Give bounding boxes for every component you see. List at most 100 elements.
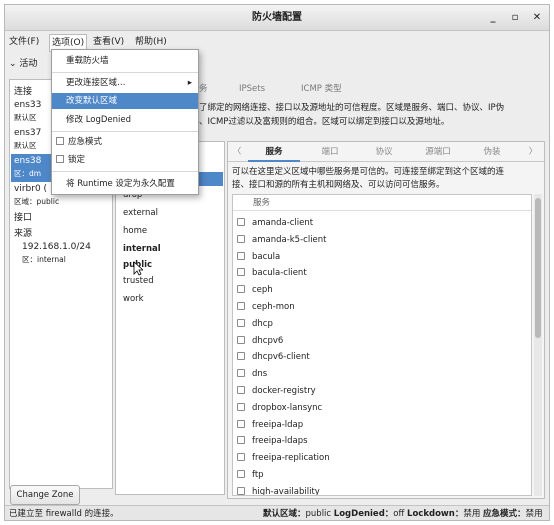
menu-item-lockdown[interactable]: 锁定 [52, 152, 198, 168]
menu-item-label: 锁定 [68, 155, 86, 165]
menu-item-reload-firewall[interactable]: 重载防火墙 [52, 53, 198, 69]
service-row[interactable]: ceph-mon [237, 301, 295, 313]
lockdown-label: Lockdown： [407, 509, 464, 519]
zone-item[interactable]: home [123, 226, 147, 236]
service-checkbox[interactable] [237, 419, 245, 428]
zone-item[interactable]: internal [123, 244, 161, 254]
close-icon[interactable]: ✕ [529, 5, 545, 31]
service-name: dhcpv6 [252, 335, 284, 346]
menu-item-label: 更改连接区域… [66, 78, 126, 88]
service-checkbox[interactable] [237, 318, 245, 327]
sources-header: 来源 [14, 229, 33, 239]
maximize-icon[interactable]: ▫ [507, 5, 523, 31]
service-row[interactable]: ftp [237, 469, 264, 481]
options-menu: 重载防火墙 更改连接区域… ▸ 改变默认区域 修改 LogDenied 应急模式… [51, 49, 199, 195]
tab-services[interactable]: 务 [199, 79, 208, 99]
menu-separator [52, 72, 198, 73]
service-row[interactable]: dhcpv6 [237, 335, 283, 347]
service-row[interactable]: amanda-k5-client [237, 234, 327, 246]
service-name: amanda-client [252, 218, 314, 228]
menu-file[interactable]: 文件(F) [9, 32, 39, 52]
service-checkbox[interactable] [237, 470, 245, 478]
service-checkbox[interactable] [237, 285, 245, 294]
logdenied-label: LogDenied： [333, 509, 394, 519]
service-row[interactable]: freeipa-ldaps [237, 435, 308, 447]
service-checkbox[interactable] [237, 369, 245, 378]
interfaces-header: 接口 [14, 213, 33, 223]
connection-name[interactable]: ens37 [14, 128, 41, 138]
service-name: ftp [252, 470, 264, 480]
menu-item-runtime-to-permanent[interactable]: 将 Runtime 设定为永久配置 [52, 176, 198, 192]
tab-masquerading[interactable]: 伪装 [466, 142, 518, 162]
menu-item-change-default-zone[interactable]: 改变默认区域 [52, 93, 198, 109]
service-checkbox[interactable] [237, 453, 245, 462]
service-checkbox[interactable] [237, 436, 245, 445]
tab-protocols[interactable]: 协议 [358, 142, 410, 162]
change-zone-button[interactable]: Change Zone [10, 485, 80, 505]
zone-item[interactable]: external [123, 208, 158, 218]
service-name: bacula-client [252, 268, 307, 279]
tab-services[interactable]: 服务 [248, 142, 300, 162]
scrollbar-thumb[interactable] [535, 198, 541, 338]
lockdown-value: 禁用 [463, 509, 481, 519]
minimize-icon[interactable]: _ [485, 5, 501, 31]
service-checkbox[interactable] [237, 335, 245, 344]
active-bindings-toggle[interactable]: ⌄ 活动 [9, 55, 37, 73]
service-name: freeipa-replication [252, 453, 330, 464]
service-row[interactable]: ceph [237, 284, 273, 296]
service-row[interactable]: dhcpv6-client [237, 351, 310, 363]
service-checkbox[interactable] [237, 268, 245, 277]
service-row[interactable]: bacula-client [237, 267, 307, 279]
menu-item-modify-logdenied[interactable]: 修改 LogDenied [52, 112, 198, 128]
service-row[interactable]: bacula [237, 251, 280, 263]
service-row[interactable]: amanda-client [237, 217, 313, 229]
service-row[interactable]: dns [237, 368, 267, 380]
service-name: ceph [252, 285, 273, 296]
tab-ipsets[interactable]: IPSets [239, 79, 265, 99]
connection-name[interactable]: ens33 [14, 100, 41, 110]
tabs-next-icon[interactable]: 〉 [526, 142, 540, 162]
window-title: 防火墙配置 [252, 12, 302, 23]
panic-mode-value: 禁用 [525, 509, 543, 519]
connections-header: 连接 [14, 87, 33, 97]
tab-ports[interactable]: 端口 [304, 142, 356, 162]
services-scrollbar[interactable] [534, 194, 542, 496]
zone-item[interactable]: trusted [123, 276, 154, 286]
menu-separator [52, 171, 198, 172]
chevron-down-icon: ⌄ [9, 59, 17, 69]
menu-item-label: 应急模式 [68, 137, 103, 147]
service-checkbox[interactable] [237, 234, 245, 243]
services-description: 可以在这里定义区域中哪些服务是可信的。可连接至绑定到这个区域的连 接、接口和源的… [232, 166, 538, 192]
service-name: amanda-k5-client [252, 234, 327, 245]
service-checkbox[interactable] [237, 218, 245, 226]
connection-zone: 区域：public [14, 197, 60, 206]
service-checkbox[interactable] [237, 352, 245, 361]
service-row[interactable]: freeipa-ldap [237, 419, 303, 431]
service-row[interactable]: dropbox-lansync [237, 402, 322, 414]
connection-name[interactable]: ens38 [14, 156, 41, 166]
service-row[interactable]: dhcp [237, 318, 273, 330]
checkbox-icon[interactable] [56, 137, 64, 145]
service-checkbox[interactable] [237, 402, 245, 411]
service-checkbox[interactable] [237, 251, 245, 260]
zone-item[interactable]: work [123, 294, 144, 304]
service-row[interactable]: high-availability [237, 486, 320, 495]
firewall-config-window: 防火墙配置 _ ▫ ✕ 文件(F) 选项(O) 查看(V) 帮助(H) ⌄ 活动… [4, 4, 550, 521]
service-name: docker-registry [252, 386, 316, 396]
source-address[interactable]: 192.168.1.0/24 [22, 242, 91, 252]
connection-name[interactable]: virbr0 ( [14, 184, 47, 194]
service-row[interactable]: docker-registry [237, 385, 316, 397]
tab-icmp-types[interactable]: ICMP 类型 [301, 79, 342, 99]
tab-source-ports[interactable]: 源端口 [412, 142, 464, 162]
zone-settings-tabs: 〈 服务 端口 协议 源端口 伪装 〉 [228, 142, 544, 162]
service-checkbox[interactable] [237, 302, 245, 310]
tabs-prev-icon[interactable]: 〈 [230, 142, 244, 162]
service-checkbox[interactable] [237, 386, 245, 394]
menu-item-change-connection-zone[interactable]: 更改连接区域… ▸ [52, 75, 198, 91]
service-row[interactable]: freeipa-replication [237, 452, 330, 464]
panic-mode-label: 应急模式： [483, 509, 526, 519]
menu-item-panic-mode[interactable]: 应急模式 [52, 134, 198, 150]
mouse-pointer-icon [133, 261, 143, 276]
service-checkbox[interactable] [237, 486, 245, 495]
checkbox-icon[interactable] [56, 155, 64, 163]
